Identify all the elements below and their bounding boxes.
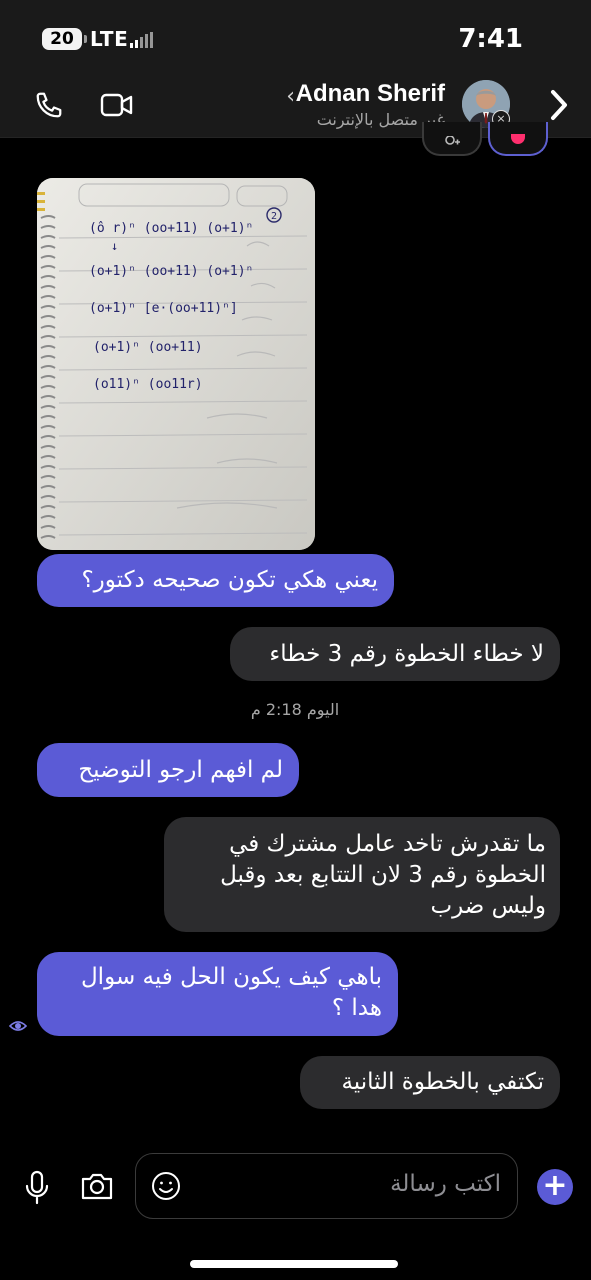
message-input[interactable]: اكتب رسالة (135, 1153, 518, 1219)
network-type: LTE (90, 27, 129, 51)
sent-message[interactable]: باهي كيف يكون الحل فيه سوال هدا ؟ (37, 952, 398, 1036)
handwriting-line: (ô r)ⁿ (oo+11) (o+1)ⁿ (89, 221, 253, 236)
handwriting-line: (o11)ⁿ (oo11r) (93, 377, 203, 392)
read-receipt-icon (8, 1018, 28, 1034)
message-placeholder: اكتب رسالة (390, 1171, 501, 1197)
status-bar: 20 LTE 7:41 (0, 0, 591, 72)
smiley-icon[interactable] (150, 1170, 182, 1202)
signal-strength-icon (130, 32, 153, 48)
video-camera-icon[interactable] (96, 86, 138, 124)
camera-icon[interactable] (80, 1170, 114, 1202)
message-timestamp: اليوم 2:18 م (250, 700, 340, 719)
received-message[interactable]: لا خطاء الخطوة رقم 3 خطاء (230, 627, 560, 681)
contact-name: Adnan Sherif (295, 80, 445, 107)
sent-message[interactable]: يعني هكي تكون صحيحه دكتور؟ (37, 554, 394, 607)
sent-message[interactable]: لم افهم ارجو التوضيح (37, 743, 299, 797)
heart-reaction-chip[interactable] (488, 122, 548, 156)
plus-icon[interactable]: + (537, 1169, 573, 1205)
handwriting-line: (o+1)ⁿ [e·(oo+11)ⁿ] (89, 301, 238, 316)
received-message[interactable]: تكتفي بالخطوة الثانية (300, 1056, 560, 1109)
received-message[interactable]: ما تقدرش تاخد عامل مشترك في الخطوة رقم 3… (164, 817, 560, 932)
status-time: 7:41 (458, 24, 523, 54)
reaction-chip[interactable] (422, 122, 482, 156)
handwriting-line: (o+1)ⁿ (oo+11) (93, 340, 203, 355)
chevron-right-icon[interactable] (545, 86, 573, 124)
handwriting-line: (o+1)ⁿ (oo+11) (o+1)ⁿ (89, 264, 253, 279)
phone-icon[interactable] (30, 86, 68, 124)
battery-indicator: 20 (42, 28, 87, 50)
microphone-icon[interactable] (24, 1170, 50, 1206)
photo-message[interactable]: 2 (ô r)ⁿ (oo+11) (o+1)ⁿ ↓ (o+1)ⁿ (oo+11)… (37, 178, 315, 550)
svg-text:↓: ↓ (111, 239, 118, 253)
message-composer: اكتب رسالة + (0, 1140, 591, 1240)
page-number: 2 (271, 211, 277, 222)
chevron-left-icon[interactable]: ‹ (286, 84, 295, 109)
heart-icon (511, 134, 525, 144)
home-indicator[interactable] (190, 1260, 398, 1268)
